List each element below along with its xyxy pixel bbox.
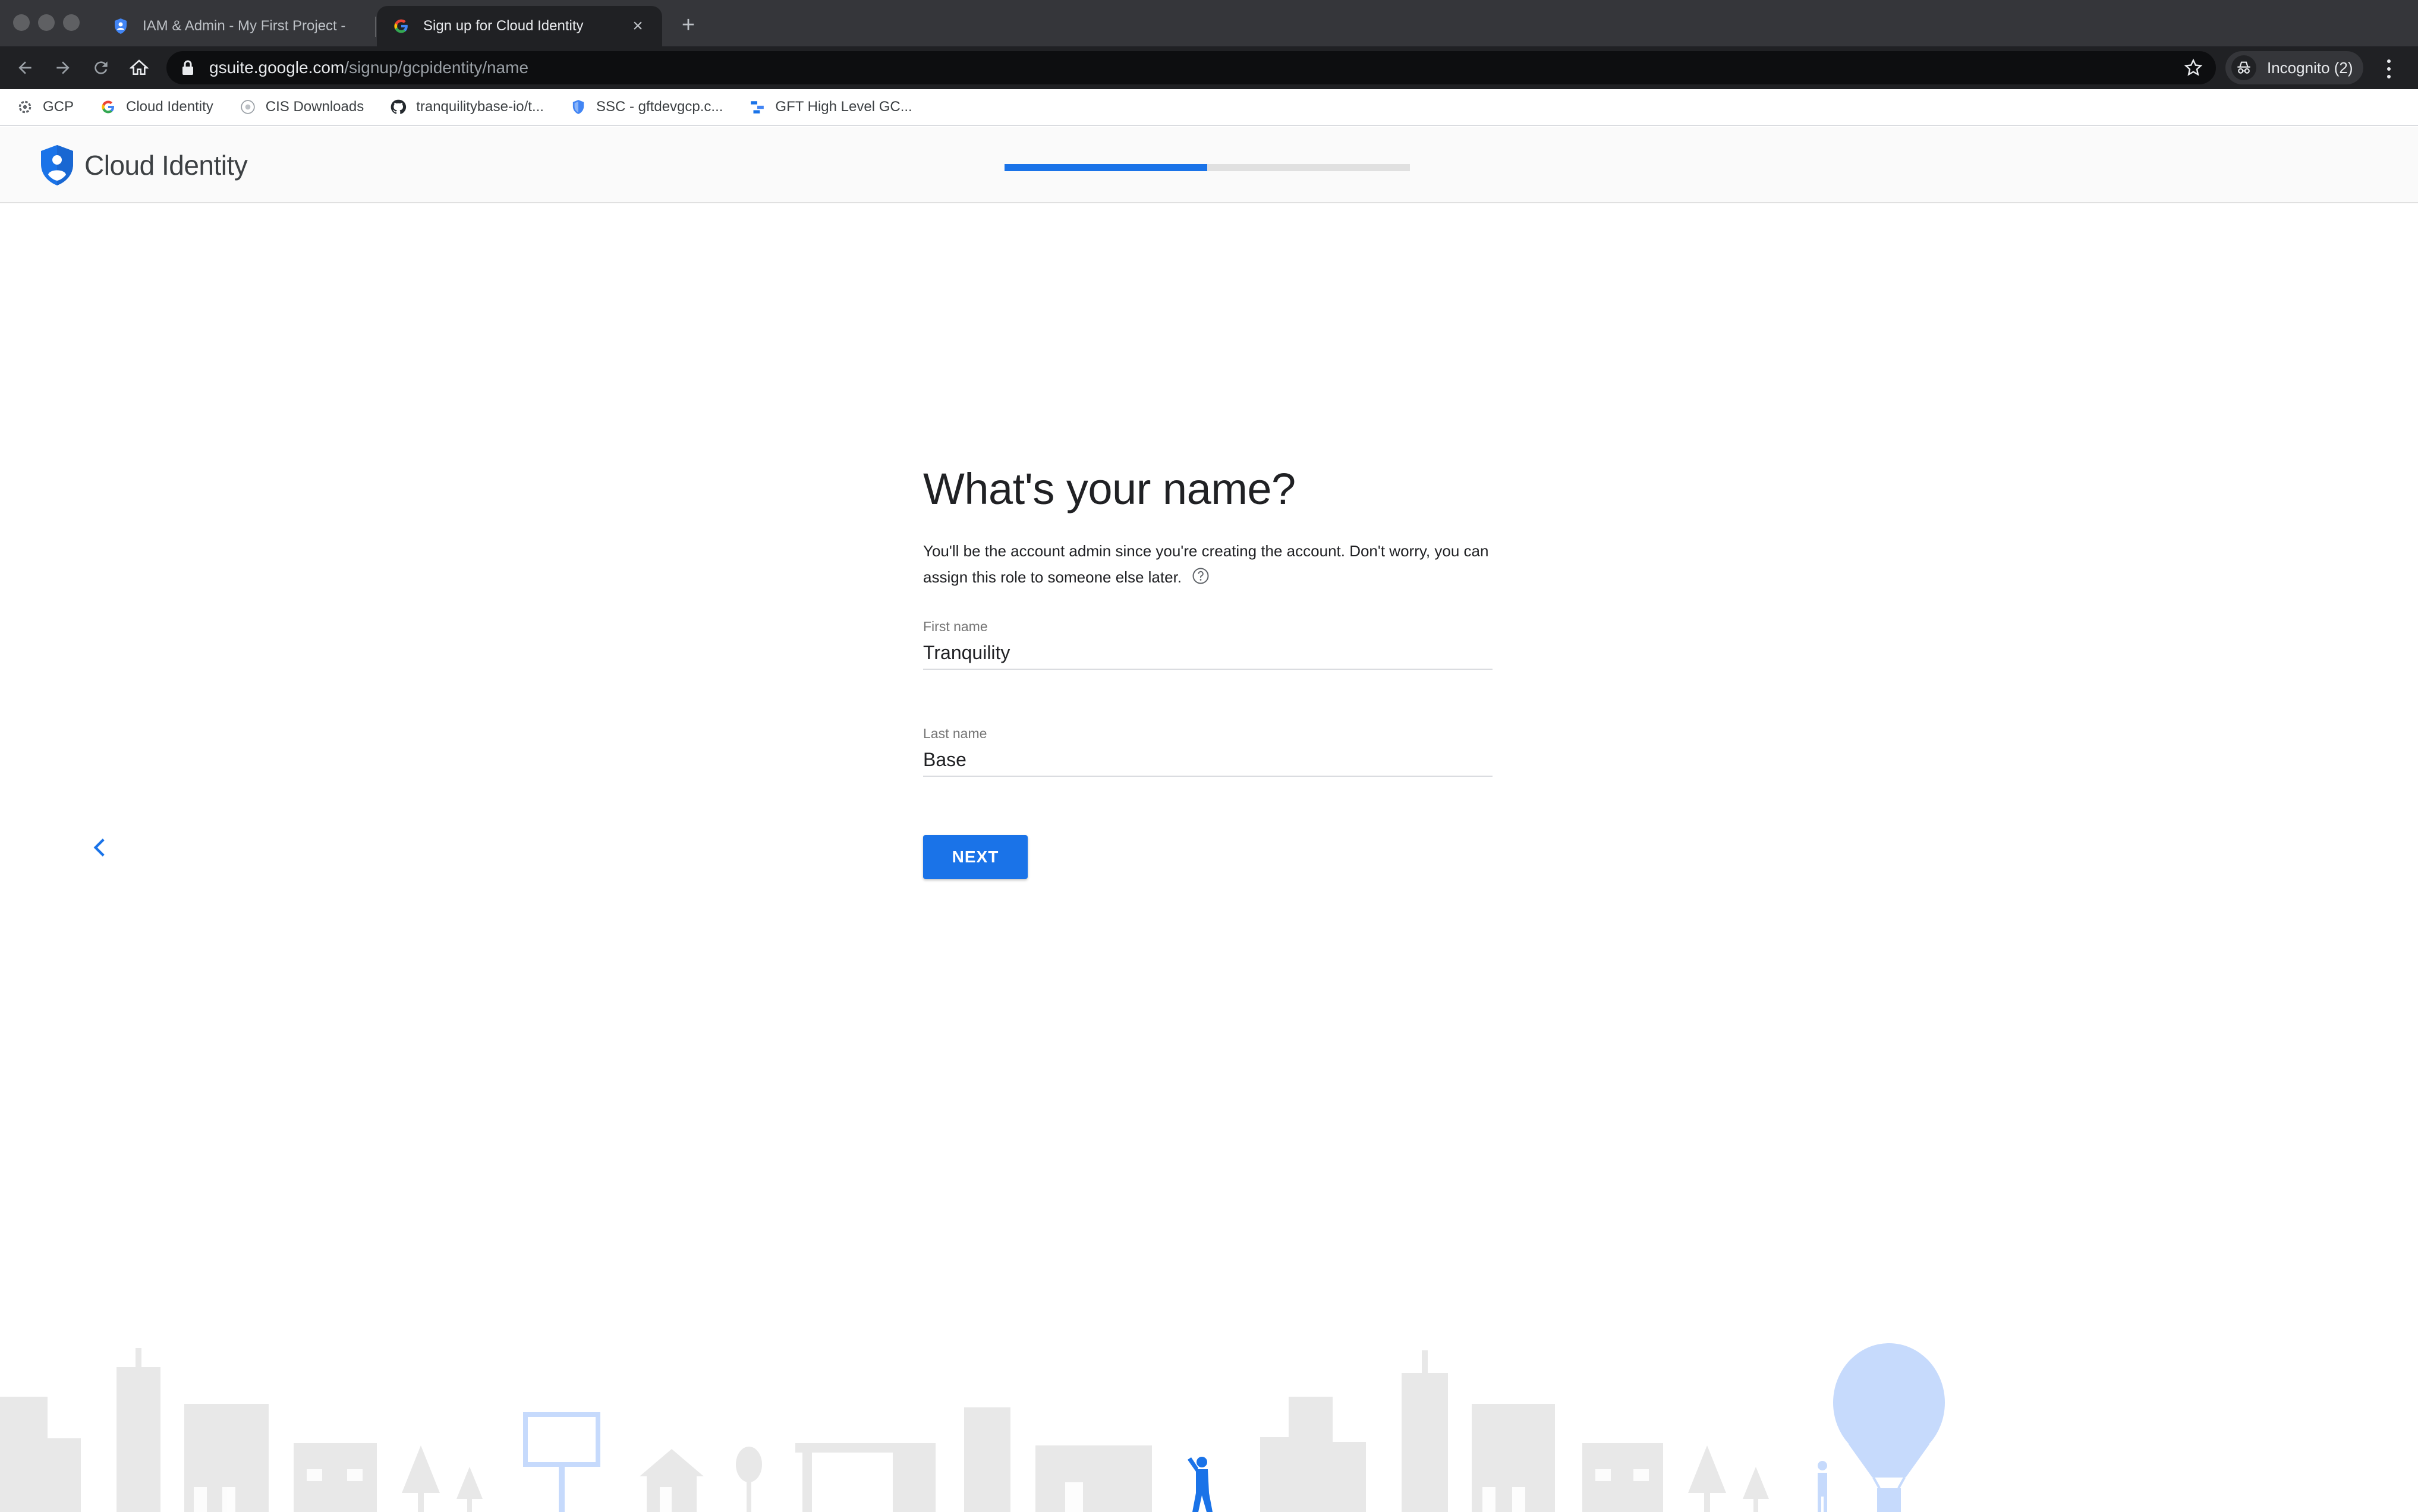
- close-icon[interactable]: ×: [629, 17, 647, 35]
- bookmark-star-icon[interactable]: [2184, 58, 2203, 77]
- new-tab-plus-icon[interactable]: +: [676, 13, 700, 37]
- brand-name: Cloud Identity: [84, 150, 248, 181]
- browser-menu-icon[interactable]: [2380, 57, 2398, 81]
- last-name-input[interactable]: Base: [923, 749, 1493, 771]
- window-minimize-dot[interactable]: [38, 14, 55, 31]
- google-icon: [100, 99, 117, 115]
- first-name-label: First name: [923, 619, 988, 634]
- bookmark-ssc[interactable]: SSC - gftdevgcp.c...: [570, 99, 723, 115]
- bookmark-cis-downloads[interactable]: CIS Downloads: [240, 99, 364, 115]
- diagram-icon: [749, 99, 766, 115]
- address-bar[interactable]: gsuite.google.com/signup/gcpidentity/nam…: [166, 51, 2216, 84]
- bookmark-label: CIS Downloads: [265, 99, 364, 115]
- bookmark-label: GFT High Level GC...: [775, 99, 912, 115]
- gcp-icon: [17, 99, 33, 115]
- bookmark-cloud-identity[interactable]: Cloud Identity: [100, 99, 213, 115]
- cis-icon: [240, 99, 256, 115]
- incognito-icon: [2231, 55, 2256, 80]
- back-arrow-icon[interactable]: [13, 56, 37, 80]
- tab-cloud-identity-signup[interactable]: Sign up for Cloud Identity ×: [377, 6, 662, 46]
- bookmark-github[interactable]: tranquilitybase-io/t...: [390, 99, 544, 115]
- tab-iam-admin[interactable]: IAM & Admin - My First Project -: [96, 6, 374, 46]
- cloud-identity-shield-icon: [41, 145, 73, 185]
- last-name-label: Last name: [923, 726, 987, 741]
- url-host: gsuite.google.com: [209, 58, 345, 77]
- window-maximize-dot[interactable]: [63, 14, 80, 31]
- help-icon[interactable]: [1192, 566, 1210, 584]
- profile-label: Incognito (2): [2267, 58, 2353, 77]
- shield-icon: [570, 99, 587, 115]
- cloud-identity-logo: Cloud Identity: [39, 144, 248, 187]
- form-description: You'll be the account admin since you're…: [923, 538, 1493, 590]
- name-form: What's your name? You'll be the account …: [923, 464, 1493, 879]
- bookmark-label: SSC - gftdevgcp.c...: [596, 99, 723, 115]
- bookmark-gft[interactable]: GFT High Level GC...: [749, 99, 912, 115]
- page-title: What's your name?: [923, 464, 1296, 514]
- page-header: Cloud Identity: [0, 127, 2418, 203]
- tab-title: Sign up for Cloud Identity: [423, 18, 584, 34]
- tab-title: IAM & Admin - My First Project -: [143, 18, 346, 34]
- home-icon[interactable]: [127, 56, 151, 80]
- google-icon: [392, 17, 410, 35]
- first-name-input[interactable]: Tranquility: [923, 642, 1493, 664]
- reload-icon[interactable]: [89, 56, 113, 80]
- bookmarks-bar: GCP Cloud Identity CIS Downloads tranqui…: [0, 89, 2418, 126]
- incognito-profile-button[interactable]: Incognito (2): [2225, 51, 2363, 84]
- bookmark-label: GCP: [43, 99, 74, 115]
- bookmark-label: tranquilitybase-io/t...: [416, 99, 544, 115]
- progress-fill: [1005, 164, 1207, 171]
- shield-icon: [112, 17, 130, 35]
- tab-separator: [375, 17, 376, 37]
- github-icon: [390, 99, 407, 115]
- window-close-dot[interactable]: [13, 14, 30, 31]
- last-name-field[interactable]: Last name Base: [923, 726, 1493, 777]
- bookmark-gcp[interactable]: GCP: [17, 99, 74, 115]
- back-chevron-icon[interactable]: [87, 834, 113, 861]
- signup-progress-bar: [1005, 164, 1410, 171]
- first-name-field[interactable]: First name Tranquility: [923, 619, 1493, 670]
- lock-icon: [182, 59, 196, 76]
- browser-toolbar: gsuite.google.com/signup/gcpidentity/nam…: [0, 46, 2418, 89]
- url-path: /signup/gcpidentity/name: [344, 58, 529, 77]
- city-skyline-illustration: [0, 1343, 1945, 1512]
- browser-tab-strip: IAM & Admin - My First Project - Sign up…: [0, 0, 2418, 46]
- next-button[interactable]: NEXT: [923, 835, 1028, 879]
- bookmark-label: Cloud Identity: [126, 99, 213, 115]
- forward-arrow-icon[interactable]: [51, 56, 75, 80]
